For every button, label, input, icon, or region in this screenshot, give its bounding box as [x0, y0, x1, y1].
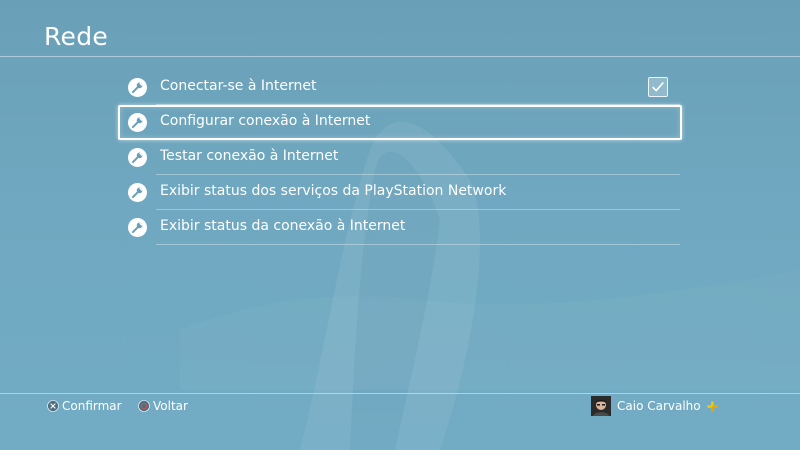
avatar — [591, 396, 611, 416]
back-label: Voltar — [153, 399, 188, 413]
confirm-hint[interactable]: Confirmar — [47, 399, 122, 413]
menu-item-label: Testar conexão à Internet — [160, 148, 339, 164]
confirm-label: Confirmar — [62, 399, 122, 413]
user-name: Caio Carvalho — [617, 399, 701, 413]
connect-internet-checkbox[interactable] — [648, 77, 668, 97]
playstation-plus-icon — [707, 400, 718, 412]
wrench-icon — [128, 218, 147, 237]
menu-item-label: Exibir status da conexão à Internet — [160, 218, 406, 234]
wrench-icon — [128, 113, 147, 132]
page-title: Rede — [44, 22, 109, 51]
menu-item-connection-status[interactable]: Exibir status da conexão à Internet — [118, 210, 682, 245]
menu-divider — [156, 244, 680, 245]
wrench-icon — [128, 78, 147, 97]
circle-button-icon — [138, 400, 150, 412]
menu-item-psn-status[interactable]: Exibir status dos serviços da PlayStatio… — [118, 175, 682, 210]
menu-item-test-connection[interactable]: Testar conexão à Internet — [118, 140, 682, 175]
header-divider — [0, 56, 800, 57]
menu-item-connect-internet[interactable]: Conectar-se à Internet — [118, 70, 682, 105]
checkmark-icon — [652, 81, 665, 92]
footer-bar: Confirmar Voltar Caio Carvalho — [0, 394, 800, 450]
network-menu: Conectar-se à Internet Configurar conexã… — [118, 70, 682, 245]
wrench-icon — [128, 148, 147, 167]
menu-item-configure-connection[interactable]: Configurar conexão à Internet — [118, 105, 682, 140]
menu-item-label: Exibir status dos serviços da PlayStatio… — [160, 183, 507, 199]
back-hint[interactable]: Voltar — [138, 399, 188, 413]
menu-item-label: Configurar conexão à Internet — [160, 113, 371, 129]
menu-item-label: Conectar-se à Internet — [160, 78, 317, 94]
user-profile[interactable]: Caio Carvalho — [591, 396, 718, 416]
wrench-icon — [128, 183, 147, 202]
cross-button-icon — [47, 400, 59, 412]
